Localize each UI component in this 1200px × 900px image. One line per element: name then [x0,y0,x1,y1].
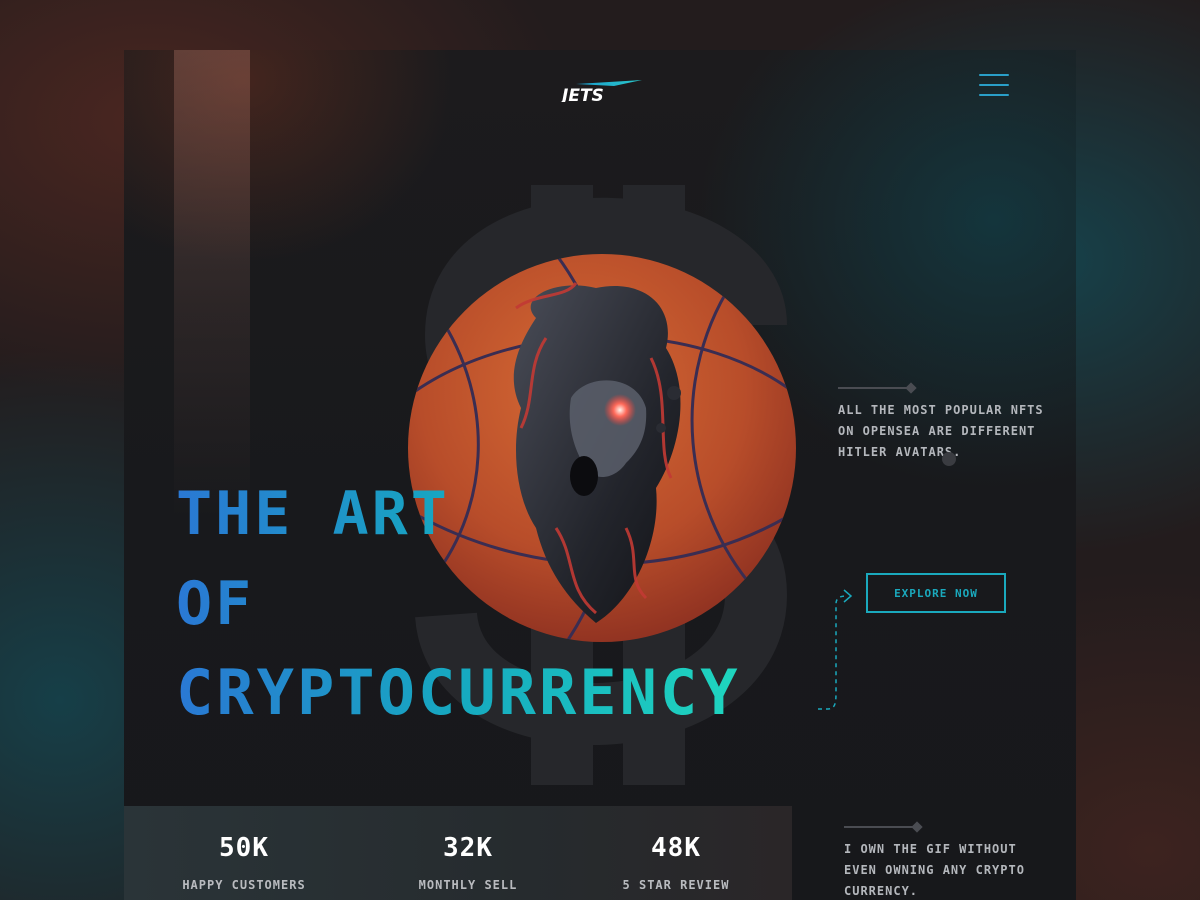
logo-text: JETS [560,86,604,102]
decorative-dot [942,452,956,466]
testimonial-text: I OWN THE GIF WITHOUT EVEN OWNING ANY CR… [844,842,1025,898]
dashed-arrow-icon [818,589,853,710]
stat-value: 48K [651,833,701,863]
stat-label: MONTHLY SELL [418,878,518,892]
divider-line [844,826,916,828]
explore-now-button[interactable]: EXPLORE NOW [866,573,1006,613]
stat-label: 5 STAR REVIEW [622,878,730,892]
hero-title-line-3: CRYPTOCURRENCY [176,656,741,729]
stat-value: 32K [443,833,493,863]
stat-monthly-sell: 32K MONTHLY SELL [368,832,568,892]
divider-line [838,387,910,389]
jets-logo[interactable]: JETS [560,80,644,102]
divider-diamond-icon [905,382,917,394]
stat-5-star-review: 48K 5 STAR REVIEW [576,832,776,892]
divider-diamond-icon [911,821,923,833]
hero-title-line-2: OF [176,569,255,639]
hamburger-menu-icon[interactable] [977,72,1011,98]
hero-title: THE ART OF CRYPTOCURRENCY [176,480,741,728]
stat-happy-customers: 50K HAPPY CUSTOMERS [144,832,344,892]
landing-page-card: JETS THE ART OF CRYPTOCURRENCY ALL THE M… [124,50,1076,900]
stats-bar: 50K HAPPY CUSTOMERS 32K MONTHLY SELL 48K… [124,806,792,900]
stat-label: HAPPY CUSTOMERS [182,878,306,892]
light-beam [174,50,250,520]
hero-title-line-1: THE ART [176,479,450,549]
stat-value: 50K [219,833,269,863]
